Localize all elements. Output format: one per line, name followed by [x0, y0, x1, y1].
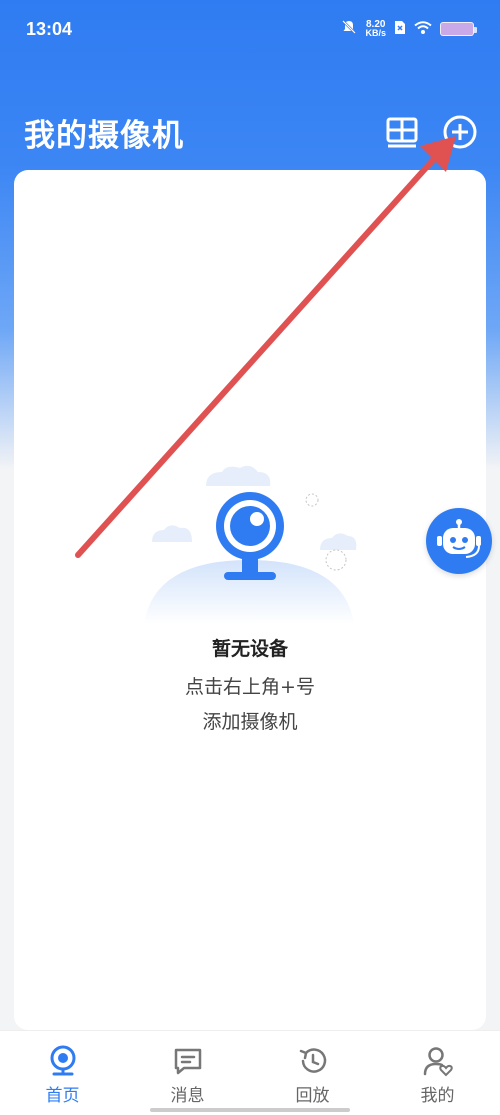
tab-mine[interactable]: 我的	[375, 1031, 500, 1115]
tab-mine-label: 我的	[420, 1086, 455, 1106]
battery-icon	[440, 22, 477, 36]
message-icon	[174, 1048, 201, 1075]
mute-icon	[341, 19, 357, 39]
camera-home-icon	[50, 1045, 75, 1076]
status-icons: 8.20 KB/s	[341, 19, 477, 39]
network-speed-unit: KB/s	[365, 28, 386, 38]
add-camera-button[interactable]	[442, 114, 478, 150]
tab-messages[interactable]: 消息	[125, 1031, 250, 1115]
history-icon	[299, 1048, 326, 1073]
empty-state-title: 暂无设备	[211, 638, 288, 660]
empty-state-hint-line2: 添加摄像机	[202, 711, 298, 733]
home-indicator	[150, 1108, 350, 1112]
bottom-tab-bar: 首页 消息 回放 我的	[0, 1030, 500, 1115]
camera-illustration-icon	[144, 465, 357, 624]
tab-playback-label: 回放	[295, 1086, 330, 1106]
tab-home-label: 首页	[45, 1086, 80, 1106]
header-actions	[384, 114, 478, 150]
assistant-robot-button[interactable]	[426, 508, 492, 574]
tab-playback[interactable]: 回放	[250, 1031, 375, 1115]
robot-icon	[437, 519, 481, 558]
header: 我的摄像机	[0, 100, 500, 164]
page-title: 我的摄像机	[24, 117, 184, 154]
profile-icon	[423, 1047, 453, 1077]
tab-home[interactable]: 首页	[0, 1031, 125, 1115]
wifi-icon	[414, 20, 432, 39]
add-circle-icon	[443, 115, 477, 149]
grid-layout-button[interactable]	[384, 114, 420, 150]
network-speed: 8.20 KB/s	[365, 20, 386, 38]
status-time: 13:04	[26, 18, 73, 39]
empty-state-hint-line1: 点击右上角+号	[185, 676, 315, 698]
device-list-card: 暂无设备 点击右上角+号 添加摄像机	[14, 170, 486, 1030]
status-bar: 13:04 8.20 KB/s	[0, 0, 500, 58]
sim-icon	[394, 20, 406, 39]
grid-layout-icon	[386, 117, 418, 148]
tab-messages-label: 消息	[170, 1086, 205, 1106]
